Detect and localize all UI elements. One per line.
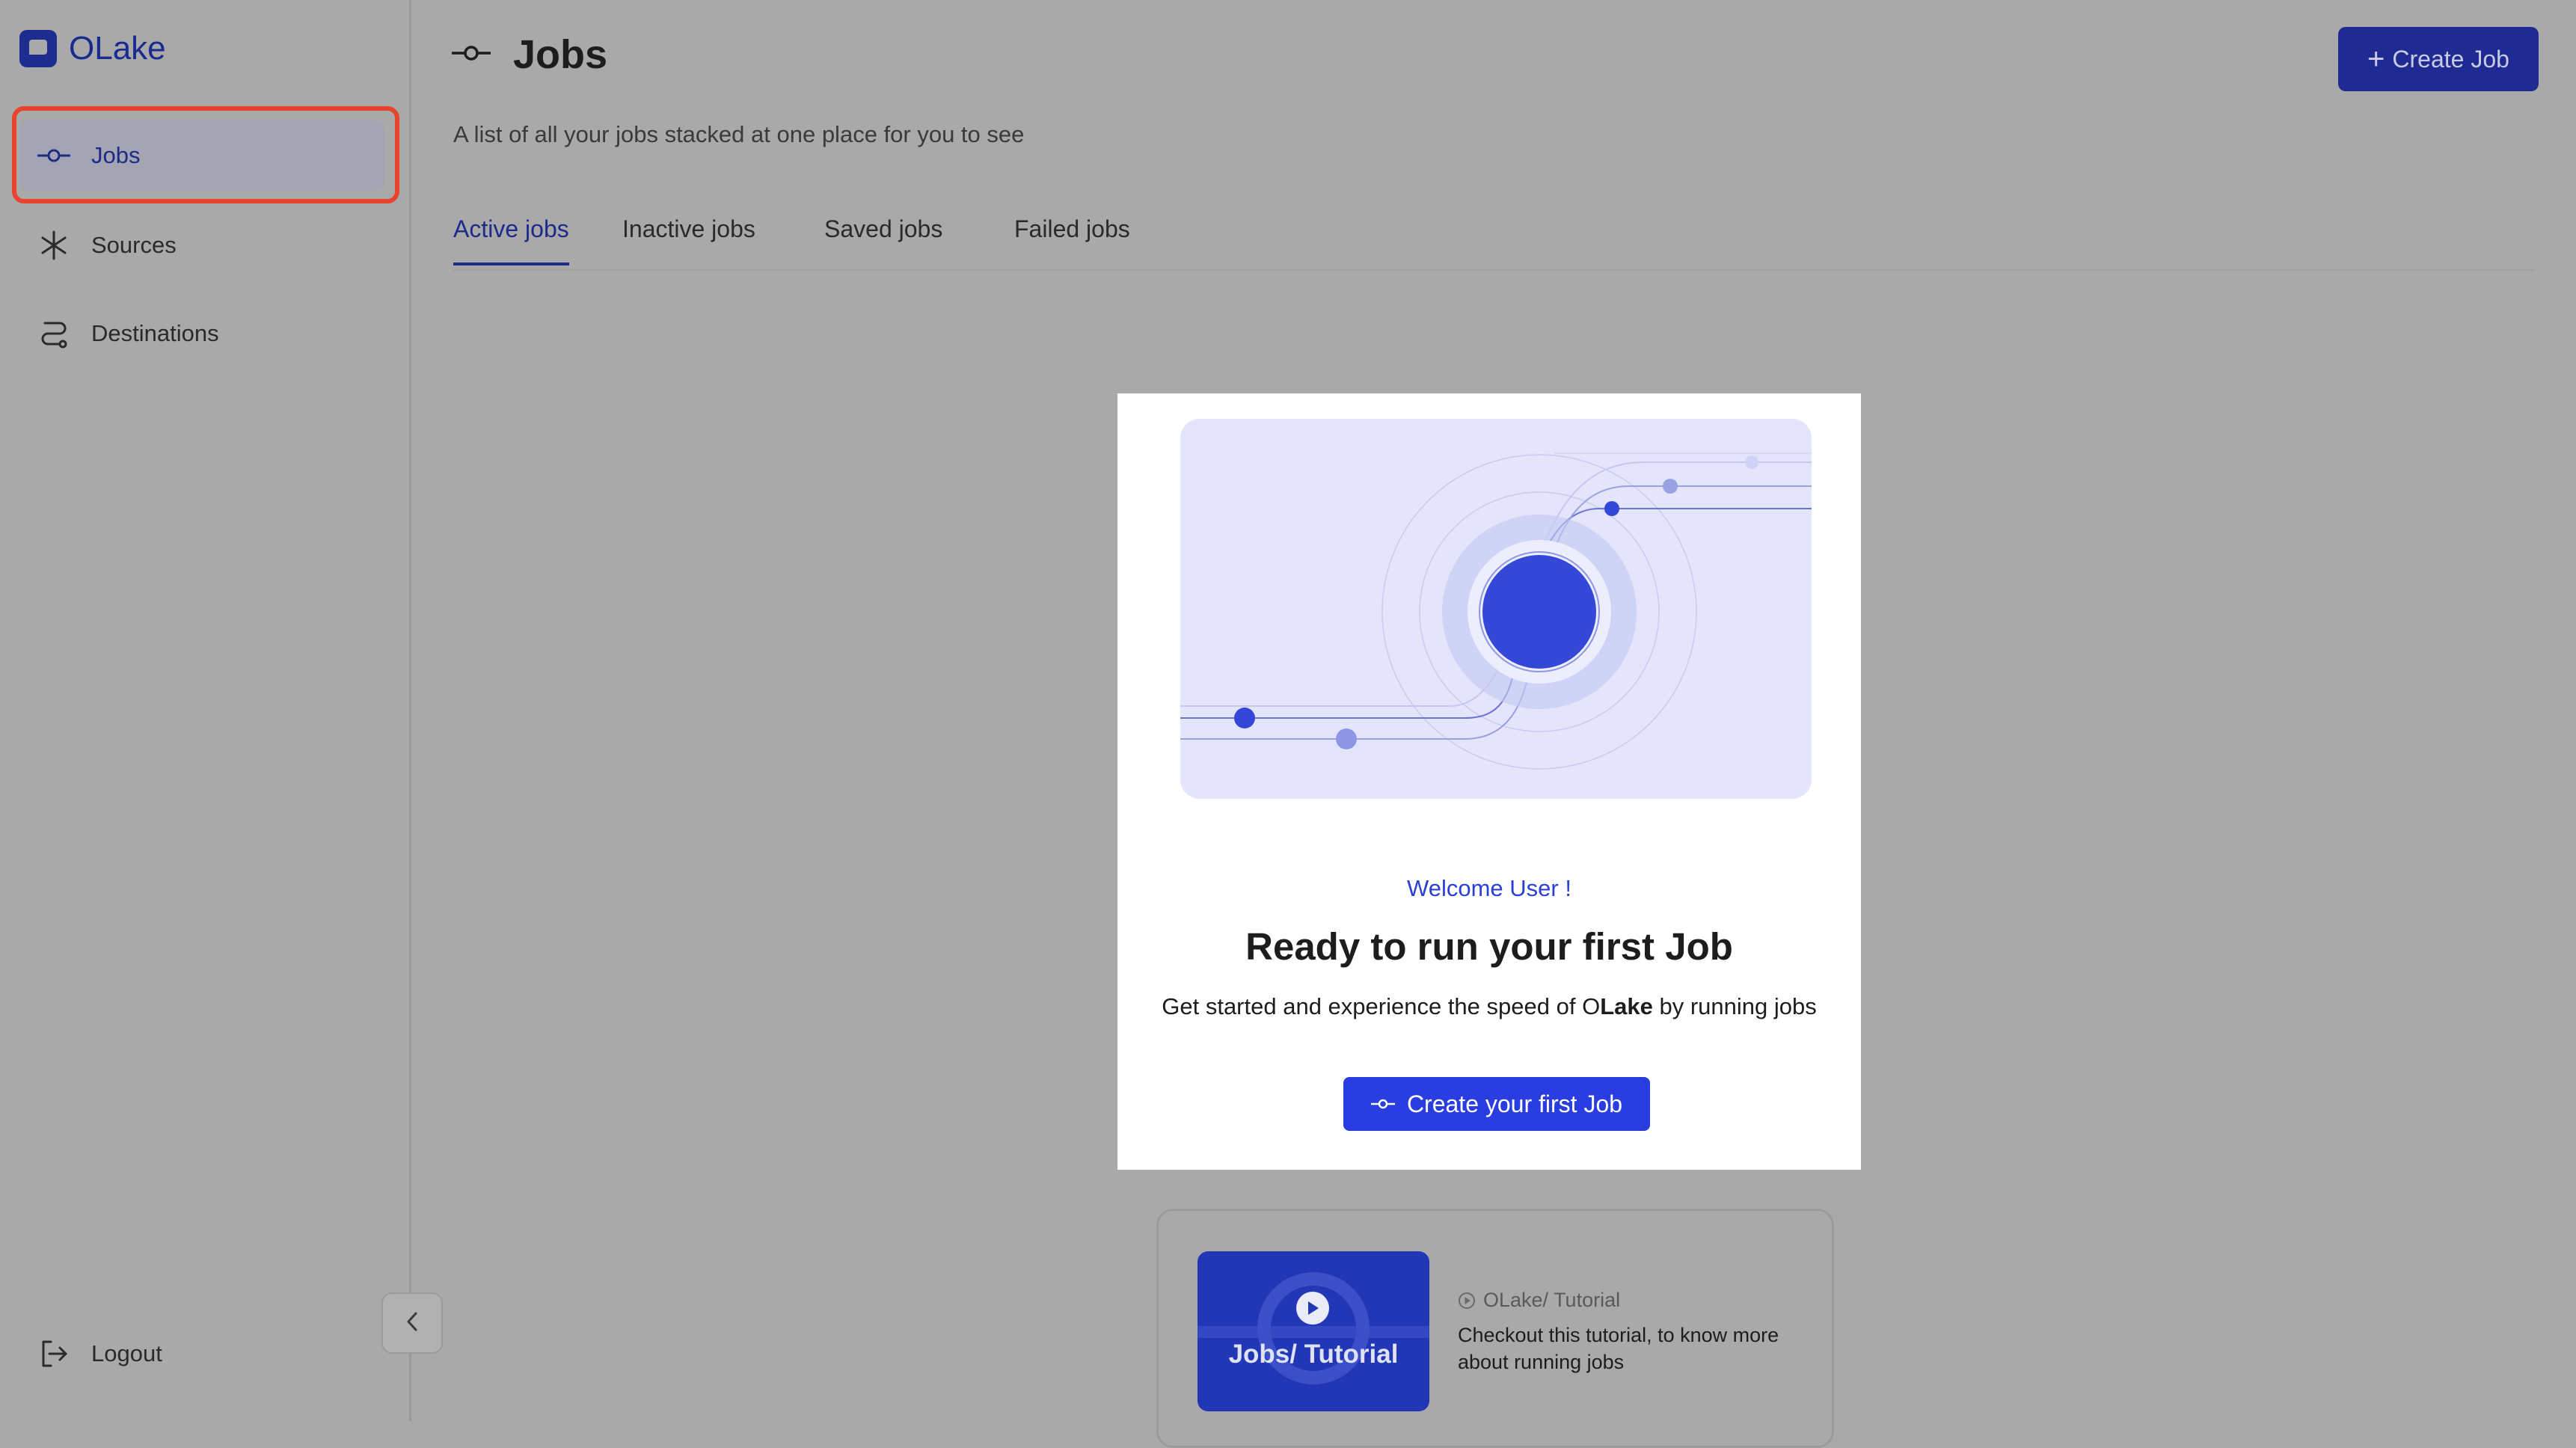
create-job-button[interactable]: + Create Job <box>2338 27 2539 91</box>
brand-bold: Lake <box>1600 993 1653 1019</box>
welcome-text-after: by running jobs <box>1652 993 1817 1019</box>
tutorial-source: OLake/ Tutorial <box>1458 1289 1620 1312</box>
route-icon <box>37 317 70 350</box>
brand-prefix: O <box>1582 993 1601 1019</box>
tutorial-card[interactable]: Jobs/ Tutorial OLake/ Tutorial Checkout … <box>1156 1209 1834 1448</box>
tab-active-jobs[interactable]: Active jobs <box>453 215 569 266</box>
sidebar-item-sources[interactable]: Sources <box>19 209 384 281</box>
sidebar-item-label: Sources <box>91 232 177 258</box>
page-subtitle: A list of all your jobs stacked at one p… <box>453 121 1025 147</box>
commit-icon <box>1370 1098 1395 1110</box>
sidebar-item-label: Destinations <box>91 320 219 346</box>
logout-label: Logout <box>91 1340 162 1366</box>
tab-saved-jobs[interactable]: Saved jobs <box>824 215 942 263</box>
asterisk-icon <box>37 229 70 262</box>
welcome-heading: Ready to run your first Job <box>1245 925 1733 968</box>
tutorial-thumbnail-text: Jobs/ Tutorial <box>1228 1340 1399 1369</box>
tutorial-thumbnail[interactable]: Jobs/ Tutorial <box>1197 1251 1429 1411</box>
sidebar-item-destinations[interactable]: Destinations <box>19 298 384 369</box>
logout-button[interactable]: Logout <box>37 1337 162 1370</box>
welcome-description: Get started and experience the speed of … <box>1117 993 1861 1020</box>
create-first-job-button[interactable]: Create your first Job <box>1343 1077 1650 1131</box>
welcome-greeting: Welcome User ! <box>1407 875 1571 901</box>
create-job-label: Create Job <box>2392 45 2509 73</box>
brand[interactable]: OLake <box>19 30 166 67</box>
jobs-illustration <box>1180 419 1812 799</box>
tab-failed-jobs[interactable]: Failed jobs <box>1014 215 1130 263</box>
tutorial-description: Checkout this tutorial, to know more abo… <box>1458 1324 1779 1373</box>
job-tabs: Active jobs Inactive jobs Saved jobs Fai… <box>453 211 2536 271</box>
tutorial-source-label: OLake/ Tutorial <box>1483 1289 1621 1311</box>
brand-name: OLake <box>69 30 166 67</box>
play-icon <box>1296 1292 1329 1325</box>
page-title: Jobs <box>513 32 608 77</box>
page-header: Jobs <box>452 31 607 78</box>
logout-icon <box>37 1337 70 1370</box>
sidebar-item-label: Jobs <box>91 142 141 168</box>
tab-inactive-jobs[interactable]: Inactive jobs <box>622 215 755 263</box>
commit-icon <box>452 44 491 66</box>
commit-icon <box>37 139 70 172</box>
plus-icon: + <box>2367 43 2385 76</box>
olake-logo-icon <box>19 30 57 67</box>
create-first-job-label: Create your first Job <box>1406 1090 1623 1117</box>
sidebar-item-jobs[interactable]: Jobs <box>19 120 384 191</box>
welcome-card: Welcome User ! Ready to run your first J… <box>1117 393 1861 1170</box>
sidebar: OLake Jobs Sources Destinations Logout <box>0 0 411 1421</box>
play-circle-icon <box>1458 1292 1476 1310</box>
welcome-text-before: Get started and experience the speed of <box>1162 993 1583 1019</box>
